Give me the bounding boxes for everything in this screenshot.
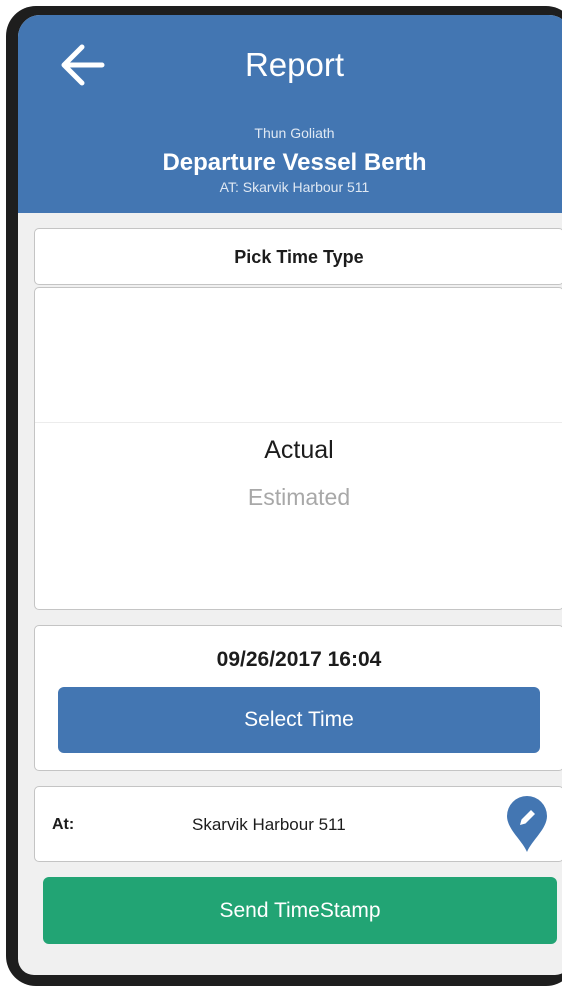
phone-frame: Report Thun Goliath Departure Vessel Ber… [6, 6, 562, 986]
edit-location-button[interactable] [504, 794, 550, 854]
vessel-name: Thun Goliath [254, 125, 335, 141]
header-location: AT: Skarvik Harbour 511 [219, 179, 370, 195]
select-time-button[interactable]: Select Time [58, 687, 540, 753]
time-type-header: Pick Time Type [34, 228, 562, 285]
location-card: At: Skarvik Harbour 511 [34, 786, 562, 862]
event-title: Departure Vessel Berth [162, 149, 427, 176]
page-title: Report [244, 46, 345, 83]
app-screen: Report Thun Goliath Departure Vessel Ber… [18, 15, 562, 975]
location-pin-edit-icon [507, 796, 547, 852]
selected-time: 09/26/2017 16:04 [216, 648, 382, 671]
location-value: Skarvik Harbour 511 [192, 815, 346, 834]
picker-option-estimated[interactable]: Estimated [35, 482, 562, 512]
picker-divider [35, 422, 562, 423]
send-timestamp-button[interactable]: Send TimeStamp [43, 877, 557, 944]
time-card: 09/26/2017 16:04 Select Time [34, 625, 562, 771]
location-label: At: [52, 816, 75, 833]
report-header: Report Thun Goliath Departure Vessel Ber… [18, 15, 562, 213]
time-type-picker[interactable]: Actual Estimated [34, 287, 562, 610]
time-type-title: Pick Time Type [234, 247, 364, 267]
picker-option-actual[interactable]: Actual [35, 434, 562, 466]
